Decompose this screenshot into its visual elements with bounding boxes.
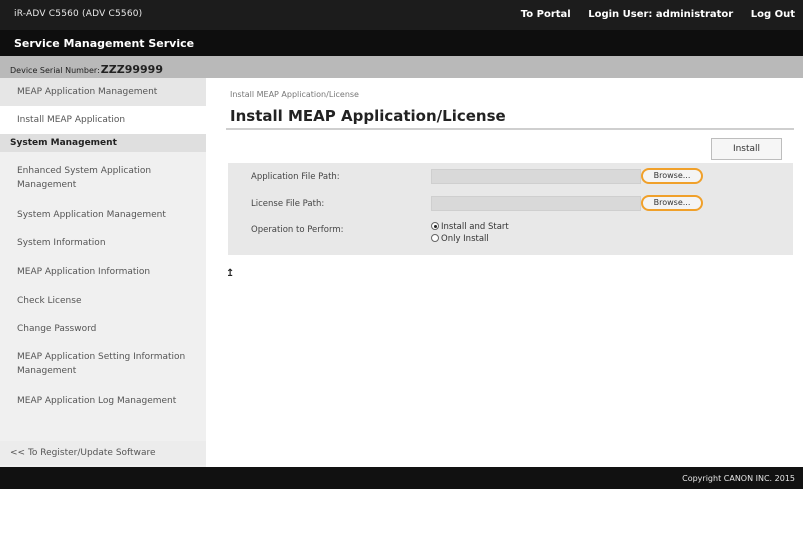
product-line: iR-ADV C5560 (ADV C5560) — [14, 9, 143, 19]
breadcrumb: Install MEAP Application/License — [230, 90, 359, 99]
radio-install-and-start[interactable]: Install and Start — [431, 222, 509, 232]
license-file-path-field[interactable] — [431, 196, 641, 211]
main-content: Install MEAP Application/License Install… — [206, 78, 803, 467]
footer: Copyright CANON INC. 2015 — [0, 467, 803, 489]
copyright-text: Copyright CANON INC. 2015 — [682, 474, 795, 483]
to-register-update-software-link[interactable]: << To Register/Update Software — [0, 441, 206, 465]
operation-label: Operation to Perform: — [251, 225, 344, 235]
app-browse-button[interactable]: Browse... — [641, 168, 703, 184]
sidebar-item-meap-app-management[interactable]: MEAP Application Management — [0, 78, 206, 106]
sidebar-item-meap-app-information[interactable]: MEAP Application Information — [0, 265, 206, 279]
serial-label: Device Serial Number:ZZZ99999 — [10, 63, 163, 76]
sidebar-item-change-password[interactable]: Change Password — [0, 322, 206, 336]
license-file-path-label: License File Path: — [251, 199, 325, 209]
sidebar-section-system-management: System Management — [0, 134, 206, 152]
sidebar-item-enhanced-system-app[interactable]: Enhanced System Application Management — [0, 164, 206, 192]
to-portal-link[interactable]: To Portal — [521, 9, 571, 20]
install-button[interactable]: Install — [711, 138, 782, 160]
title-divider — [226, 128, 794, 130]
radio-selected-icon[interactable] — [431, 222, 439, 230]
back-to-top-icon[interactable]: ↥ — [226, 268, 234, 279]
sidebar-item-system-information[interactable]: System Information — [0, 236, 206, 250]
serial-label-text: Device Serial Number: — [10, 66, 100, 75]
install-form-panel: Application File Path: Browse... License… — [228, 163, 793, 255]
sidebar: MEAP Application Management Install MEAP… — [0, 78, 206, 467]
logout-link[interactable]: Log Out — [751, 9, 795, 20]
radio-unselected-icon[interactable] — [431, 234, 439, 242]
login-user-label: Login User: administrator — [588, 9, 734, 20]
top-header-bar: iR-ADV C5560 (ADV C5560) To Portal Login… — [0, 0, 803, 30]
serial-value: ZZZ99999 — [100, 63, 163, 76]
sidebar-item-meap-log-management[interactable]: MEAP Application Log Management — [0, 394, 206, 408]
sidebar-item-meap-setting-info[interactable]: MEAP Application Setting Information Man… — [0, 350, 206, 378]
sidebar-item-install-meap-app[interactable]: Install MEAP Application — [0, 106, 206, 134]
app-file-path-field[interactable] — [431, 169, 641, 184]
app-file-path-label: Application File Path: — [251, 172, 340, 182]
serial-bar: Device Serial Number:ZZZ99999 — [0, 56, 803, 78]
service-title: Service Management Service — [14, 37, 195, 50]
license-browse-button[interactable]: Browse... — [641, 195, 703, 211]
service-bar: Service Management Service — [0, 30, 803, 56]
radio-only-install-label: Only Install — [441, 234, 489, 244]
app-root: iR-ADV C5560 (ADV C5560) To Portal Login… — [0, 0, 803, 556]
radio-only-install[interactable]: Only Install — [431, 234, 489, 244]
sidebar-item-system-app-management[interactable]: System Application Management — [0, 208, 206, 222]
header-links: To Portal Login User: administrator Log … — [507, 9, 795, 20]
page-title: Install MEAP Application/License — [230, 107, 506, 125]
sidebar-item-check-license[interactable]: Check License — [0, 294, 206, 308]
radio-install-and-start-label: Install and Start — [441, 222, 509, 232]
